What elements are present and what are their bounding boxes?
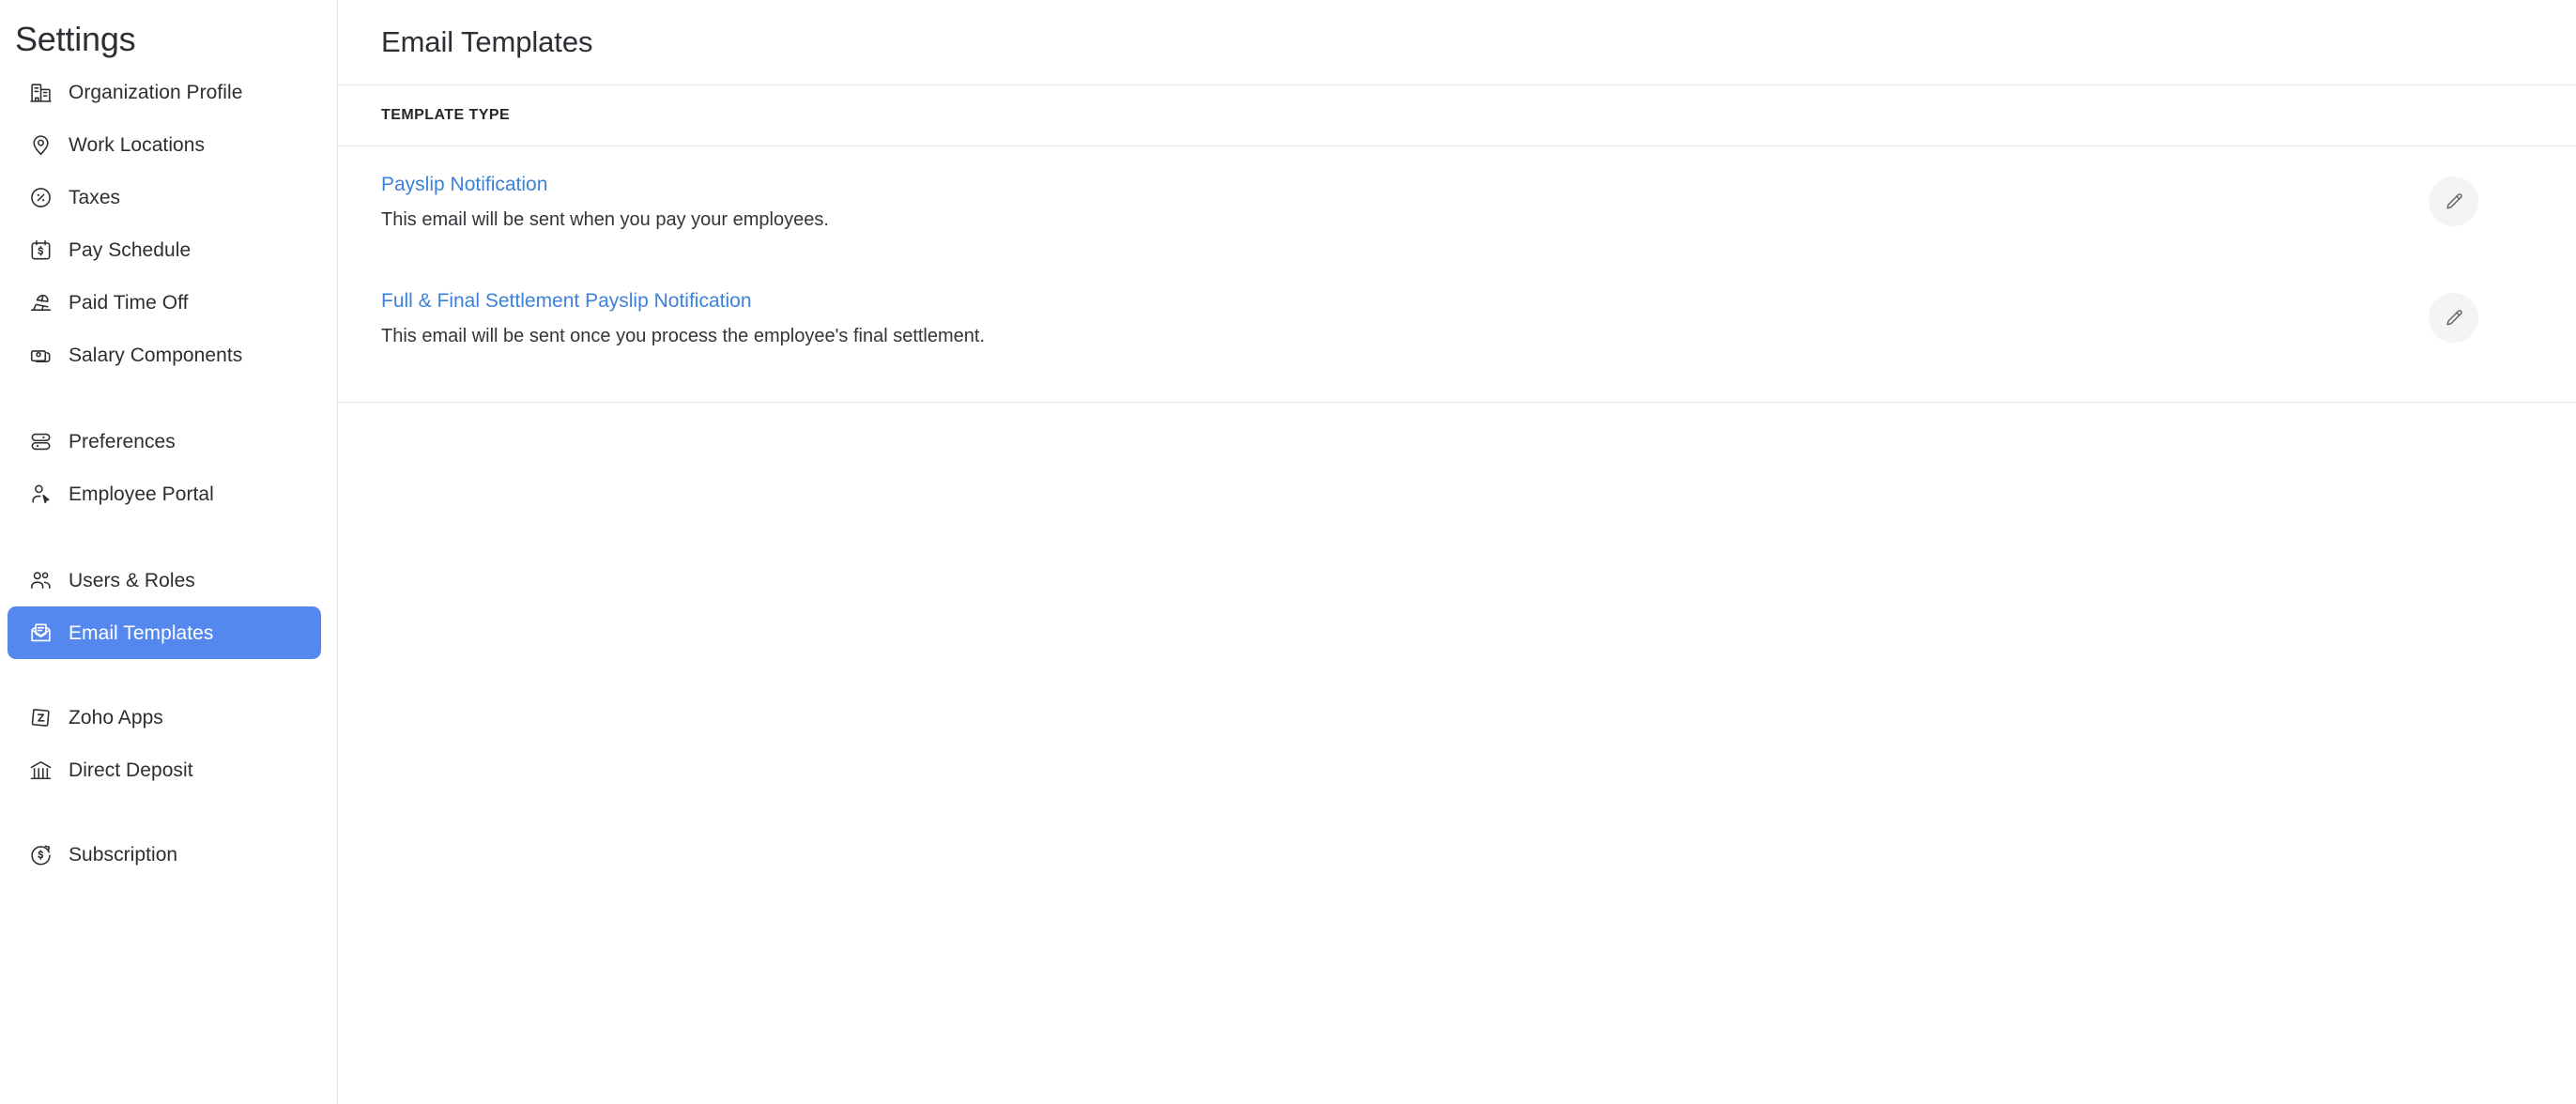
template-description: This email will be sent once you process…: [381, 326, 986, 346]
template-info: Payslip Notification This email will be …: [381, 171, 829, 234]
empty-content-area: [338, 403, 2576, 1104]
table-row[interactable]: Full & Final Settlement Payslip Notifica…: [338, 287, 2576, 377]
row-spacer: [338, 261, 2576, 287]
sidebar-item-label: Subscription: [69, 843, 178, 866]
zoho-square-icon: [26, 703, 54, 731]
sidebar-item-pay-schedule[interactable]: Pay Schedule: [8, 223, 321, 276]
pencil-icon: [2444, 192, 2464, 212]
sidebar-item-label: Zoho Apps: [69, 706, 163, 728]
dollar-refresh-icon: [26, 840, 54, 868]
sidebar-divider-gap: [0, 520, 337, 554]
users-icon: [26, 566, 54, 594]
sidebar-title: Settings: [15, 20, 136, 58]
edit-template-button[interactable]: [2429, 176, 2478, 226]
sidebar-group-1: Organization Profile Work Locations Taxe…: [0, 66, 337, 381]
pencil-icon: [2444, 308, 2464, 329]
user-cursor-icon: [26, 480, 54, 508]
calendar-dollar-icon: [26, 236, 54, 264]
settings-sidebar: Settings Organization Profile Work Locat…: [0, 0, 338, 1104]
sidebar-item-label: Email Templates: [69, 621, 214, 644]
sidebar-divider-gap: [0, 796, 337, 828]
sidebar-item-label: Users & Roles: [69, 569, 195, 591]
email-templates-list: Payslip Notification This email will be …: [338, 146, 2576, 403]
page-header: Email Templates: [338, 0, 2576, 85]
main-content: Email Templates TEMPLATE TYPE Payslip No…: [338, 0, 2576, 1104]
sidebar-divider-gap: [0, 381, 337, 415]
building-icon: [26, 78, 54, 106]
template-link-payslip-notification[interactable]: Payslip Notification: [381, 171, 829, 199]
bank-icon: [26, 756, 54, 784]
sidebar-item-label: Direct Deposit: [69, 759, 193, 781]
sidebar-item-label: Taxes: [69, 186, 121, 208]
page-title: Email Templates: [381, 25, 593, 58]
sidebar-item-subscription[interactable]: Subscription: [8, 828, 321, 881]
sidebar-item-preferences[interactable]: Preferences: [8, 415, 321, 468]
sidebar-group-5: Subscription: [0, 828, 337, 881]
envelope-icon: [26, 619, 54, 647]
sidebar-group-2: Preferences Employee Portal: [0, 415, 337, 520]
sidebar-item-email-templates[interactable]: Email Templates: [8, 606, 321, 659]
beach-chair-icon: [26, 288, 54, 316]
sidebar-item-label: Preferences: [69, 430, 176, 452]
sidebar-item-employee-portal[interactable]: Employee Portal: [8, 468, 321, 520]
table-row[interactable]: Payslip Notification This email will be …: [338, 171, 2576, 261]
sidebar-item-direct-deposit[interactable]: Direct Deposit: [8, 744, 321, 796]
percent-circle-icon: [26, 183, 54, 211]
sidebar-group-4: Zoho Apps Direct Deposit: [0, 691, 337, 796]
template-description: This email will be sent when you pay you…: [381, 209, 829, 230]
sidebar-item-organization-profile[interactable]: Organization Profile: [8, 66, 321, 118]
sidebar-item-label: Employee Portal: [69, 483, 214, 505]
sidebar-item-label: Organization Profile: [69, 81, 243, 103]
template-link-full-and-final-settlement-payslip-notification[interactable]: Full & Final Settlement Payslip Notifica…: [381, 287, 985, 315]
sidebar-item-paid-time-off[interactable]: Paid Time Off: [8, 276, 321, 329]
sidebar-item-label: Pay Schedule: [69, 238, 192, 261]
sidebar-item-label: Paid Time Off: [69, 291, 189, 314]
sidebar-item-label: Salary Components: [69, 344, 243, 366]
column-header-template-type: TEMPLATE TYPE: [381, 107, 511, 123]
edit-template-button[interactable]: [2429, 293, 2478, 343]
sidebar-item-zoho-apps[interactable]: Zoho Apps: [8, 691, 321, 744]
sliders-icon: [26, 427, 54, 455]
app-root: Settings Organization Profile Work Locat…: [0, 0, 2576, 1104]
sidebar-group-3: Users & Roles Email Templates: [0, 554, 337, 659]
sidebar-divider-gap: [0, 659, 337, 691]
sidebar-item-users-and-roles[interactable]: Users & Roles: [8, 554, 321, 606]
table-header-row: TEMPLATE TYPE: [338, 85, 2576, 146]
map-pin-icon: [26, 130, 54, 159]
cards-stack-icon: [26, 341, 54, 369]
template-info: Full & Final Settlement Payslip Notifica…: [381, 287, 985, 350]
sidebar-item-salary-components[interactable]: Salary Components: [8, 329, 321, 381]
sidebar-item-work-locations[interactable]: Work Locations: [8, 118, 321, 171]
sidebar-item-taxes[interactable]: Taxes: [8, 171, 321, 223]
sidebar-item-label: Work Locations: [69, 133, 206, 156]
